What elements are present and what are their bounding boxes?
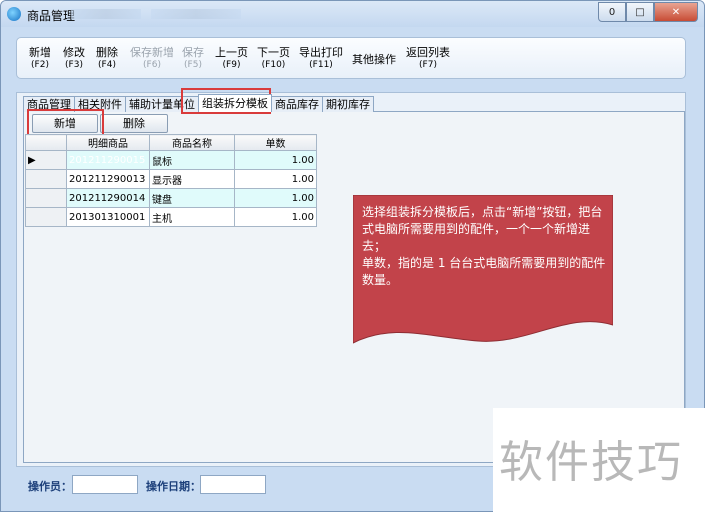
toolbar-edit-button[interactable]: 修改 (F3) [63,46,85,72]
tab-product-stock[interactable]: 商品库存 [271,96,323,112]
callout-line-1: 选择组装拆分模板后，点击“新增”按钮，把台式电脑所需要用到的配件，一个一个新增进… [362,205,603,253]
blurred-title-area [71,9,141,19]
operator-label: 操作员： [28,480,72,493]
cell-item-name[interactable]: 键盘 [149,188,235,208]
toolbar-add-button[interactable]: 新增 (F2) [29,46,51,72]
cell-quantity[interactable]: 1.00 [234,150,317,170]
tab-assembly-template[interactable]: 组装拆分模板 [198,94,272,112]
close-button[interactable]: ✕ [654,2,698,22]
watermark-area: 软件技巧 [493,408,705,512]
toolbar-delete-button[interactable]: 删除 (F4) [96,46,118,72]
cell-item-code[interactable]: 201211290013 [66,169,150,189]
current-row-indicator: ▶ [25,150,67,170]
row-header [25,188,67,208]
app-logo-icon [7,7,21,21]
toolbar-save-new-button[interactable]: 保存新增 (F6) [130,46,174,72]
main-toolbar: 新增 (F2) 修改 (F3) 删除 (F4) 保存新增 (F6) 保存 (F5) 上一页… [16,37,686,79]
toolbar-other-ops-button[interactable]: 其他操作 [352,53,396,66]
toolbar-export-print-button[interactable]: 导出打印 (F11) [299,46,343,72]
row-header [25,207,67,227]
title-bar: 商品管理 0 □ ✕ [1,1,704,27]
grid-delete-button[interactable]: 删除 [100,114,168,133]
toolbar-next-page-button[interactable]: 下一页 (F10) [257,46,290,72]
cell-item-name[interactable]: 显示器 [149,169,235,189]
table-row[interactable]: 201211290013 显示器 1.00 [25,169,317,189]
col-header-quantity[interactable]: 单数 [234,134,317,151]
cell-item-code[interactable]: 201211290015 [66,150,150,170]
cell-quantity[interactable]: 1.00 [234,207,317,227]
grid-header-row: 明细商品 商品名称 单数 [25,134,317,151]
tab-initial-stock[interactable]: 期初库存 [322,96,374,112]
window-controls: 0 □ ✕ [598,2,698,22]
toolbar-back-to-list-button[interactable]: 返回列表 (F7) [406,46,450,72]
col-header-item-code[interactable]: 明细商品 [66,134,150,151]
watermark-text: 软件技巧 [499,437,683,488]
cell-quantity[interactable]: 1.00 [234,188,317,208]
toolbar-prev-page-button[interactable]: 上一页 (F9) [215,46,248,72]
instruction-callout: 选择组装拆分模板后，点击“新增”按钮，把台式电脑所需要用到的配件，一个一个新增进… [353,195,613,345]
cell-item-code[interactable]: 201211290014 [66,188,150,208]
toolbar-save-button[interactable]: 保存 (F5) [182,46,204,72]
blurred-title-area-2 [151,9,241,19]
table-row[interactable]: 201301310001 主机 1.00 [25,207,317,227]
cell-item-name[interactable]: 鼠标 [149,150,235,170]
operate-date-field[interactable] [200,475,266,494]
window-title: 商品管理 [27,9,76,23]
bom-grid: 明细商品 商品名称 单数 ▶ 201211290015 鼠标 1.00 2012… [25,134,317,227]
minimize-button[interactable]: 0 [598,2,626,22]
grid-corner [25,134,67,151]
callout-line-2: 单数，指的是 1 台台式电脑所需要用到的配件数量。 [362,256,606,287]
cell-item-name[interactable]: 主机 [149,207,235,227]
callout-text: 选择组装拆分模板后，点击“新增”按钮，把台式电脑所需要用到的配件，一个一个新增进… [362,204,606,289]
operate-date-label: 操作日期： [146,480,201,493]
add-button-highlight [27,109,104,137]
table-row[interactable]: 201211290014 键盘 1.00 [25,188,317,208]
maximize-button[interactable]: □ [626,2,654,22]
table-row[interactable]: ▶ 201211290015 鼠标 1.00 [25,150,317,170]
col-header-item-name[interactable]: 商品名称 [149,134,235,151]
cell-quantity[interactable]: 1.00 [234,169,317,189]
cell-item-code[interactable]: 201301310001 [66,207,150,227]
operator-field[interactable] [72,475,138,494]
row-header [25,169,67,189]
